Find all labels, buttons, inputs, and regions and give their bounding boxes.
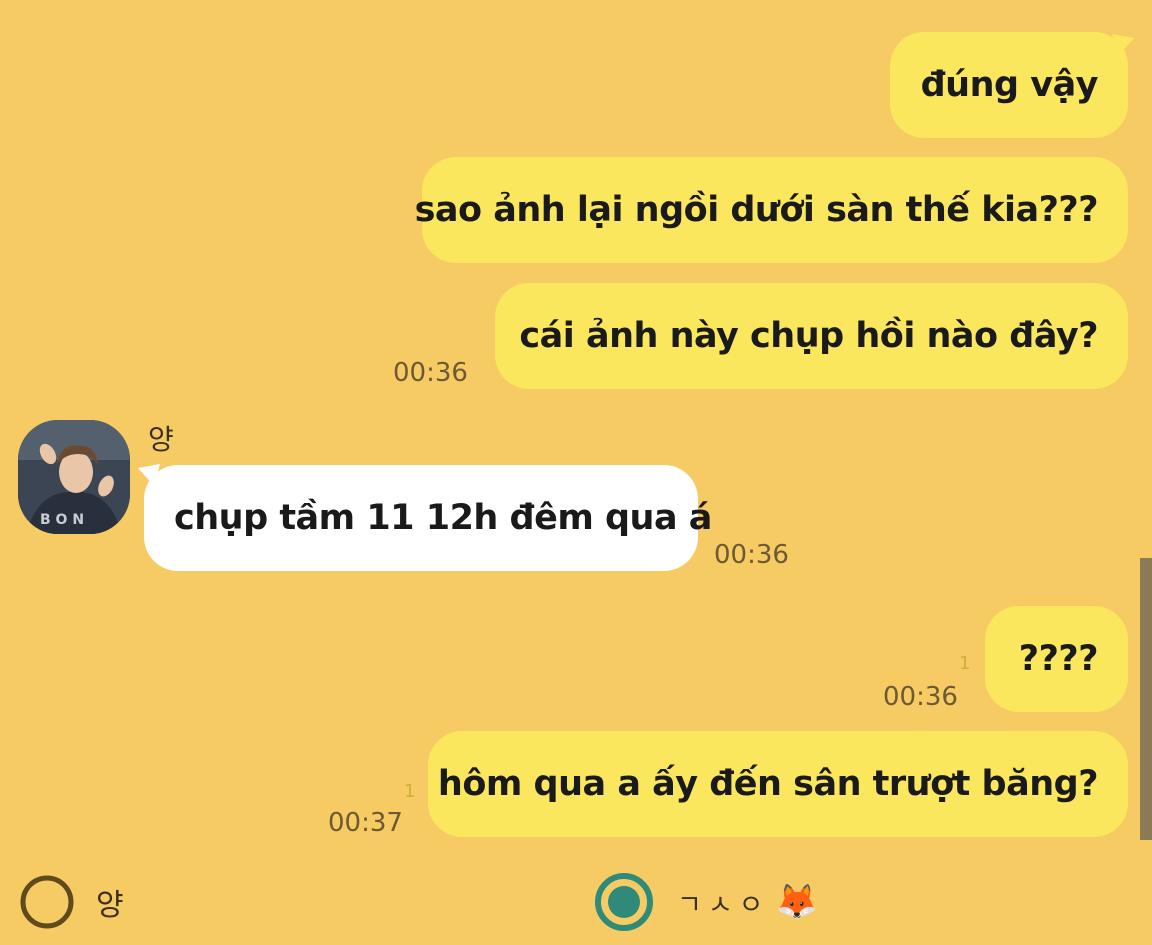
footer-left-label: 양 [96,888,124,923]
message-timestamp: 00:36 [883,682,958,712]
scrollbar[interactable] [1140,558,1152,840]
message-bubble-outgoing[interactable]: sao ảnh lại ngồi dưới sàn thế kia??? [415,157,1128,263]
empty-circle-icon [20,875,74,929]
radio-selected-icon [595,873,653,931]
profile-photo-icon: B O N [18,420,130,534]
bubble-tail [1112,34,1134,56]
message-text: cái ảnh này chụp hồi nào đây? [519,316,1098,356]
message-bubble-outgoing[interactable]: hôm qua a ấy đến sân trượt băng? [428,731,1128,837]
message-timestamp: 00:36 [714,540,789,570]
chat-screen: đúng vậy sao ảnh lại ngồi dưới sàn thế k… [0,0,1152,945]
message-timestamp: 00:36 [393,358,468,388]
message-text: đúng vậy [920,65,1099,105]
message-bubble-incoming[interactable]: chụp tầm 11 12h đêm qua á [144,465,712,571]
message-text: ???? [1018,639,1099,679]
footer-profile-right[interactable]: ㄱㅅㅇ 🦊 [593,871,818,933]
sender-name: 양 [148,423,174,456]
message-text: hôm qua a ấy đến sân trượt băng? [437,764,1099,804]
message-text: sao ảnh lại ngồi dưới sàn thế kia??? [414,190,1099,230]
message-bubble-outgoing[interactable]: cái ảnh này chụp hồi nào đây? [495,283,1128,389]
svg-text:B O N: B O N [40,512,84,528]
message-text: chụp tầm 11 12h đêm qua á [174,498,712,538]
message-bubble-outgoing[interactable]: đúng vậy [890,32,1128,138]
footer-right-label: ㄱㅅㅇ [677,889,770,921]
fox-icon: 🦊 [775,882,818,922]
message-bubble-outgoing[interactable]: ???? [985,606,1128,712]
footer-profile-left[interactable]: 양 [18,873,124,931]
unread-count: 1 [959,653,971,674]
unread-count: 1 [404,781,416,802]
message-timestamp: 00:37 [328,808,403,838]
avatar[interactable]: B O N [18,420,130,534]
